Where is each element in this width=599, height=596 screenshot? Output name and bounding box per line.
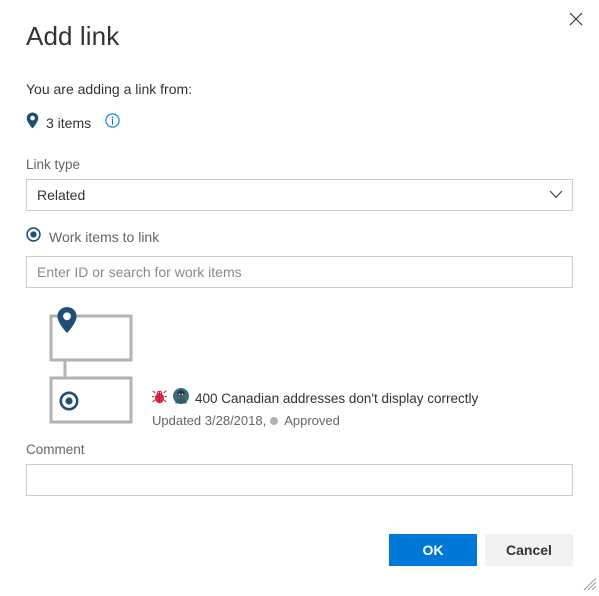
linked-work-item-title[interactable]: 400 Canadian addresses don't display cor… bbox=[195, 390, 478, 408]
link-type-selected-value: Related bbox=[37, 187, 86, 203]
link-type-select[interactable]: Related bbox=[26, 179, 573, 211]
comment-label: Comment bbox=[26, 442, 85, 457]
linked-work-item: 400 Canadian addresses don't display cor… bbox=[151, 388, 478, 429]
ok-button[interactable]: OK bbox=[389, 534, 477, 566]
link-tree-diagram bbox=[38, 306, 148, 431]
work-items-search-input[interactable] bbox=[26, 256, 573, 288]
dialog-title: Add link bbox=[26, 21, 120, 51]
link-type-label: Link type bbox=[26, 157, 81, 172]
source-items-row: 3 items bbox=[26, 112, 573, 134]
linked-work-item-updated: Updated 3/28/2018, bbox=[152, 413, 267, 428]
linked-work-item-state: Approved bbox=[284, 413, 340, 428]
close-icon bbox=[569, 12, 583, 26]
link-type-select-wrap: Related bbox=[26, 179, 573, 211]
work-items-radio[interactable]: Work items to link bbox=[26, 227, 573, 247]
linked-work-item-header: 400 Canadian addresses don't display cor… bbox=[151, 388, 478, 409]
add-link-dialog: Add link You are adding a link from: 3 i… bbox=[0, 0, 599, 593]
resize-grip[interactable] bbox=[583, 577, 597, 591]
bug-icon bbox=[151, 389, 168, 409]
cancel-button[interactable]: Cancel bbox=[485, 534, 573, 566]
intro-text: You are adding a link from: bbox=[26, 81, 193, 97]
dialog-footer: OK Cancel bbox=[389, 534, 573, 566]
source-items-count: 3 items bbox=[46, 115, 92, 131]
state-dot-icon bbox=[270, 416, 279, 425]
dialog-content: You are adding a link from: 3 items Link… bbox=[0, 80, 599, 496]
work-items-radio-label: Work items to link bbox=[49, 229, 160, 245]
location-pin-icon bbox=[26, 112, 39, 134]
comment-input[interactable] bbox=[26, 464, 573, 496]
user-avatar-icon bbox=[173, 388, 189, 409]
linked-work-item-meta: Updated 3/28/2018, Approved bbox=[152, 412, 478, 429]
info-circle-icon[interactable] bbox=[105, 113, 120, 133]
link-preview-area: 400 Canadian addresses don't display cor… bbox=[26, 306, 573, 431]
comment-block: Comment bbox=[26, 441, 573, 496]
radio-selected-icon bbox=[26, 227, 41, 247]
close-button[interactable] bbox=[561, 4, 591, 34]
